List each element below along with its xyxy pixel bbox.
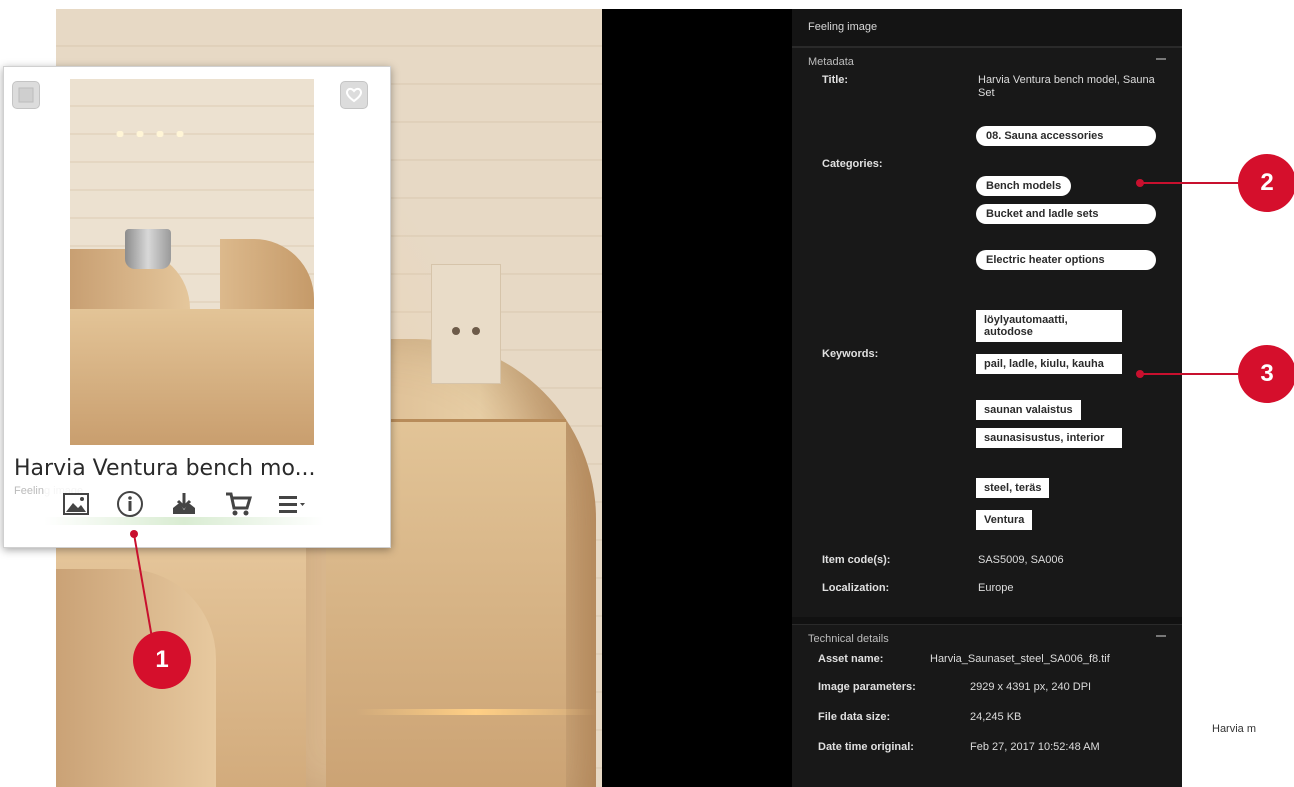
keywords-label: Keywords: — [822, 348, 879, 360]
technical-section-title: Technical details — [808, 633, 889, 645]
metadata-section-title: Metadata — [808, 56, 854, 68]
date-value: Feb 27, 2017 10:52:48 AM — [970, 741, 1100, 753]
asset-card[interactable]: Harvia Ventura bench mo... Feeling image — [3, 66, 391, 548]
panel-header: Feeling image — [792, 9, 1182, 47]
photo-led-strip — [356, 709, 596, 715]
callout-badge-1: 1 — [133, 631, 191, 689]
file-size-label: File data size: — [818, 711, 891, 723]
date-label: Date time original: — [818, 741, 914, 753]
heart-icon — [345, 87, 363, 103]
callout-connector — [133, 533, 153, 639]
card-title[interactable]: Harvia Ventura bench mo... — [14, 456, 316, 481]
thumb-lights — [110, 131, 190, 137]
localization-label: Localization: — [822, 582, 890, 594]
card-status-strip — [44, 517, 324, 525]
thumb-bucket — [125, 229, 171, 269]
knob-icon — [472, 327, 480, 335]
knob-icon — [452, 327, 460, 335]
thumb-bench-floor — [70, 309, 314, 445]
image-params-value: 2929 x 4391 px, 240 DPI — [970, 681, 1092, 693]
keyword-chip[interactable]: saunasisustus, interior — [976, 428, 1122, 448]
metadata-panel: Feeling image Metadata Title: Harvia Ven… — [792, 9, 1182, 787]
select-checkbox[interactable] — [12, 81, 40, 109]
keyword-chip[interactable]: pail, ladle, kiulu, kauha — [976, 354, 1122, 374]
keyword-chip[interactable]: saunan valaistus — [976, 400, 1081, 420]
callout-badge-3: 3 — [1238, 345, 1294, 403]
collapse-icon[interactable] — [1156, 635, 1166, 637]
localization-value: Europe — [978, 582, 1014, 594]
keyword-chip[interactable]: Ventura — [976, 510, 1033, 530]
info-icon — [117, 491, 143, 517]
file-size-value: 24,245 KB — [970, 711, 1022, 723]
image-icon — [63, 493, 89, 515]
callout-connector — [1140, 373, 1240, 375]
keyword-chip[interactable]: steel, teräs — [976, 478, 1050, 498]
title-value: Harvia Ventura bench model, Sauna Set — [978, 74, 1155, 99]
technical-section[interactable]: Technical details Asset name: Harvia_Sau… — [792, 624, 1182, 787]
categories-label: Categories: — [822, 158, 883, 170]
image-params-label: Image parameters: — [818, 681, 916, 693]
asset-name-label: Asset name: — [818, 653, 884, 665]
footer-caption: Harvia m — [1212, 723, 1257, 735]
photo-wall-panel — [431, 264, 501, 384]
category-pill[interactable]: Bucket and ladle sets — [976, 204, 1156, 224]
favorite-button[interactable] — [340, 81, 368, 109]
title-label: Title: — [822, 74, 849, 86]
download-icon — [173, 493, 195, 514]
cart-icon — [226, 492, 252, 516]
asset-thumbnail[interactable] — [70, 79, 314, 445]
metadata-section[interactable]: Metadata Title: Harvia Ventura bench mod… — [792, 47, 1182, 617]
category-pill[interactable]: 08. Sauna accessories — [976, 126, 1156, 146]
category-pill[interactable]: Bench models — [976, 176, 1072, 196]
category-pill[interactable]: Electric heater options — [976, 250, 1156, 270]
image-viewer-background — [602, 9, 792, 787]
menu-icon — [279, 496, 305, 513]
asset-name-value: Harvia_Saunaset_steel_SA006_f8.tif — [930, 653, 1110, 665]
callout-connector — [1140, 182, 1240, 184]
item-code-label: Item code(s): — [822, 554, 891, 566]
item-code-value: SAS5009, SA006 — [978, 554, 1064, 566]
keyword-chip[interactable]: löylyautomaatti, autodose — [976, 310, 1122, 342]
checkbox-icon — [18, 87, 34, 103]
callout-badge-2: 2 — [1238, 154, 1294, 212]
collapse-icon[interactable] — [1156, 58, 1166, 60]
